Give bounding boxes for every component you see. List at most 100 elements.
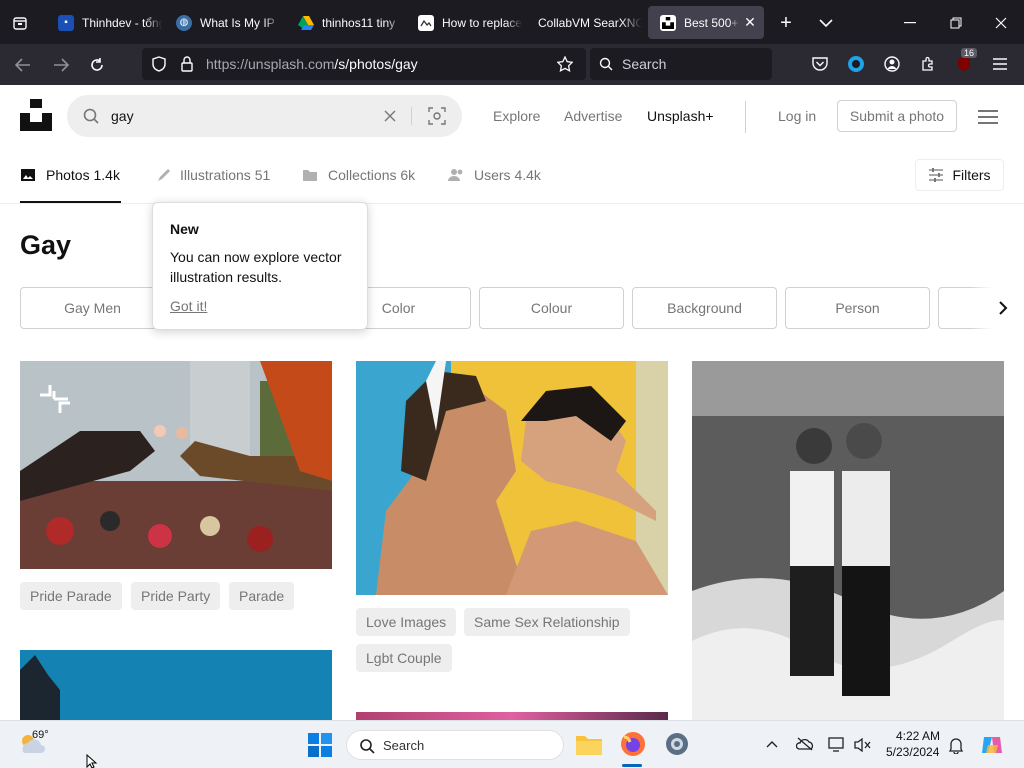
site-menu-icon[interactable] <box>978 110 998 124</box>
clear-search-icon[interactable] <box>384 110 396 122</box>
vpn-extension-icon[interactable] <box>846 54 866 74</box>
tab-collabvm[interactable]: CollabVM SearXNG <box>526 6 642 39</box>
extension-badge: 16 <box>961 48 978 58</box>
submit-photo-button[interactable]: Submit a photo <box>837 100 957 132</box>
photo-sky[interactable] <box>20 650 332 720</box>
nav-advertise-link[interactable]: Advertise <box>564 108 622 124</box>
tab-illustrations[interactable]: Illustrations 51 <box>154 167 270 183</box>
unsplash-plus-badge-icon <box>40 385 70 413</box>
restore-icon[interactable] <box>944 11 968 35</box>
tab-thinhos11[interactable]: thinhos11 tiny <box>286 6 402 39</box>
network-display-icon[interactable] <box>828 737 846 753</box>
popover-body: You can now explore vector illustration … <box>170 249 342 285</box>
weather-temperature[interactable]: 69° <box>32 729 49 741</box>
tag-lgbt-couple[interactable]: Lgbt Couple <box>356 644 452 672</box>
header-divider <box>745 101 746 133</box>
thinhdev-favicon-icon: ▪ <box>58 14 74 31</box>
illustration-brush-icon <box>158 169 170 181</box>
tag-same-sex-relationship[interactable]: Same Sex Relationship <box>464 608 630 636</box>
tab-count: 6k <box>400 167 416 183</box>
tag-pride-party[interactable]: Pride Party <box>131 582 221 610</box>
hamburger-menu-icon[interactable] <box>990 54 1010 74</box>
star-bookmark-icon[interactable] <box>556 55 574 73</box>
nav-explore-link[interactable]: Explore <box>493 108 540 124</box>
url-bar[interactable]: https://unsplash.com/s/photos/gay <box>142 48 586 80</box>
tab-label: Collections <box>328 167 397 183</box>
tab-count: 1.4k <box>93 167 120 183</box>
page-title: Gay <box>20 230 72 260</box>
pocket-icon[interactable] <box>810 54 830 74</box>
chips-scroll-right[interactable] <box>970 287 1024 329</box>
tab-count: 4.4k <box>514 167 541 183</box>
visual-search-icon[interactable] <box>428 107 446 125</box>
volume-muted-icon[interactable] <box>854 737 872 753</box>
firefox-active-indicator <box>622 764 642 767</box>
account-icon[interactable] <box>882 54 902 74</box>
reload-icon[interactable] <box>86 54 108 76</box>
nav-unsplash-plus-link[interactable]: Unsplash+ <box>647 108 714 124</box>
forward-arrow-icon[interactable] <box>50 54 72 76</box>
tab-title: CollabVM SearXNG <box>538 15 642 30</box>
unsplash-favicon-icon <box>660 14 676 31</box>
unsplash-logo-icon[interactable] <box>20 99 52 131</box>
photo-next-partial[interactable] <box>356 712 668 720</box>
copilot-icon[interactable] <box>980 733 1004 757</box>
url-text[interactable]: https://unsplash.com/s/photos/gay <box>206 56 418 72</box>
login-link[interactable]: Log in <box>778 108 816 124</box>
tab-title: How to replace <box>442 15 522 30</box>
tag-parade[interactable]: Parade <box>229 582 295 610</box>
clock-time[interactable]: 4:22 AM <box>896 729 940 743</box>
url-path: /s/photos/gay <box>334 56 418 72</box>
filters-sliders-icon <box>929 168 944 182</box>
tag-love-images[interactable]: Love Images <box>356 608 457 636</box>
new-tab-plus-icon[interactable]: + <box>774 11 798 35</box>
tab-thinhdev[interactable]: ▪ Thinhdev - tổng hợp <box>46 6 162 39</box>
photo-kiss[interactable] <box>356 361 668 595</box>
photo-pride-parade[interactable] <box>20 361 332 569</box>
related-chip-colour[interactable]: Colour <box>479 287 624 329</box>
related-chip-background[interactable]: Background <box>632 287 777 329</box>
chevron-right-icon[interactable] <box>998 301 1008 315</box>
search-placeholder: Search <box>622 56 667 72</box>
photo-beach-couple-bw[interactable] <box>692 361 1004 720</box>
tab-users[interactable]: Users 4.4k <box>448 167 541 183</box>
chevron-down-icon[interactable] <box>814 11 838 35</box>
notification-bell-icon[interactable] <box>948 736 964 754</box>
filters-label: Filters <box>952 167 991 183</box>
tab-unsplash-active[interactable]: Best 500+ Gay ✕ <box>648 6 764 39</box>
browser-search-bar[interactable]: Search <box>590 48 772 80</box>
windows-start-icon[interactable] <box>308 733 332 757</box>
related-chip-gay-men[interactable]: Gay Men <box>20 287 165 329</box>
tab-title: Best 500+ Gay <box>684 15 740 30</box>
tab-list-icon[interactable] <box>8 12 32 34</box>
onedrive-offline-icon[interactable] <box>796 737 814 751</box>
filters-button[interactable]: Filters <box>915 159 1004 191</box>
tab-label: Photos <box>46 167 90 183</box>
search-query[interactable]: gay <box>111 108 134 124</box>
tab-label: Illustrations <box>180 167 251 183</box>
tag-pride-parade[interactable]: Pride Parade <box>20 582 122 610</box>
lock-icon[interactable] <box>178 55 196 73</box>
tab-whatismyip[interactable]: ◍ What Is My IP <box>164 6 280 39</box>
tab-collections[interactable]: Collections 6k <box>302 167 415 183</box>
tray-chevron-up-icon[interactable] <box>766 740 778 748</box>
taskbar-search-icon <box>360 739 375 754</box>
firefox-icon[interactable] <box>620 731 646 757</box>
shield-icon[interactable] <box>150 55 168 73</box>
related-chip-person[interactable]: Person <box>785 287 930 329</box>
tab-photos[interactable]: Photos 1.4k <box>20 167 120 183</box>
ublock-extension-icon[interactable]: 16 <box>954 48 978 74</box>
search-icon[interactable] <box>83 108 99 124</box>
close-window-icon[interactable] <box>989 11 1013 35</box>
close-tab-icon[interactable]: ✕ <box>740 14 760 31</box>
clock-date[interactable]: 5/23/2024 <box>886 745 939 759</box>
search-input[interactable]: gay <box>67 95 462 137</box>
file-explorer-icon[interactable] <box>576 733 602 755</box>
got-it-link[interactable]: Got it! <box>170 298 207 314</box>
settings-gear-icon[interactable] <box>664 731 690 757</box>
taskbar-search[interactable]: Search <box>346 730 564 760</box>
tab-howtoreplace[interactable]: How to replace <box>406 6 522 39</box>
back-arrow-icon[interactable] <box>12 54 34 76</box>
extensions-puzzle-icon[interactable] <box>918 54 938 74</box>
minimize-icon[interactable] <box>898 11 922 35</box>
